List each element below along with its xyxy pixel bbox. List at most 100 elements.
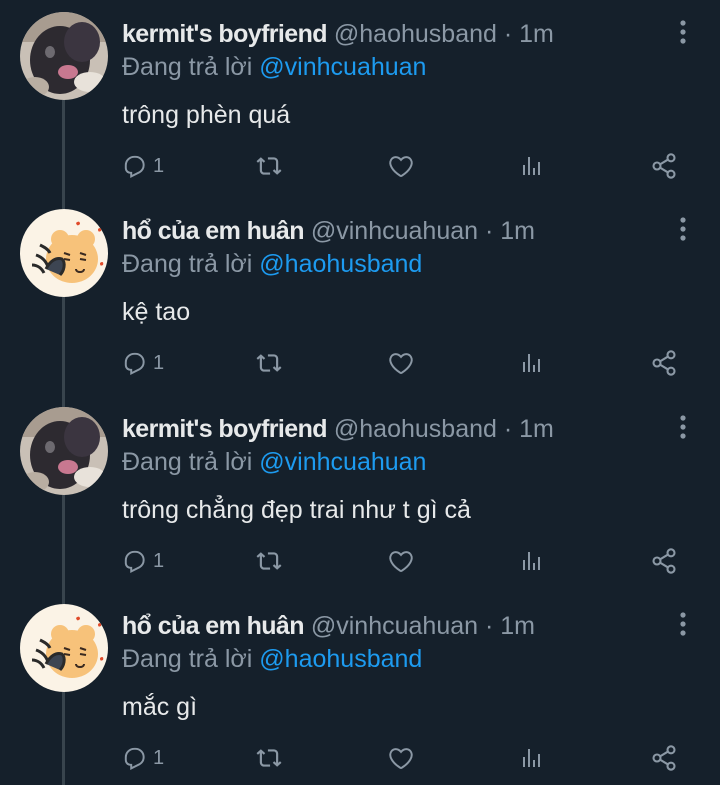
like-button[interactable] <box>387 545 415 577</box>
mention-link[interactable]: @vinhcuahuan <box>259 53 426 81</box>
cat-photo-avatar <box>20 407 108 495</box>
tiger-cartoon-avatar <box>20 209 108 297</box>
action-bar: 1 <box>0 150 720 182</box>
share-button[interactable] <box>650 742 678 774</box>
user-handle[interactable]: @haohusband <box>334 20 497 48</box>
mention-link[interactable]: @haohusband <box>259 250 422 278</box>
more-options-icon[interactable] <box>672 413 694 441</box>
user-handle[interactable]: @vinhcuahuan <box>311 217 478 245</box>
separator: · <box>503 20 513 48</box>
action-bar: 1 <box>0 347 720 379</box>
reply-icon <box>124 747 145 770</box>
replying-to-line: Đang trả lời @haohusband <box>122 643 422 675</box>
separator: · <box>485 217 494 245</box>
replying-to-label: Đang trả lời <box>122 645 253 673</box>
tweet-header: hổ của em huân @vinhcuahuan · 1m <box>122 215 535 247</box>
reply-button[interactable]: 1 <box>122 742 164 774</box>
tweet-text: mắc gì <box>122 693 198 721</box>
analytics-button[interactable] <box>520 545 544 577</box>
separator: · <box>485 612 494 640</box>
heart-icon <box>389 551 413 572</box>
avatar[interactable] <box>20 604 108 692</box>
timestamp[interactable]: 1m <box>500 217 535 245</box>
reply-button[interactable]: 1 <box>122 347 164 379</box>
bar-chart-icon <box>523 749 540 767</box>
share-button[interactable] <box>650 545 678 577</box>
tweet-header: kermit's boyfriend @haohusband · 1m <box>122 18 554 50</box>
tweet[interactable]: kermit's boyfriend @haohusband · 1m Đang… <box>0 395 720 593</box>
tweet-text: kệ tao <box>122 298 191 326</box>
reply-icon <box>124 550 145 573</box>
reply-button[interactable]: 1 <box>122 545 164 577</box>
analytics-button[interactable] <box>520 742 544 774</box>
replying-to-label: Đang trả lời <box>122 448 253 476</box>
replying-to-label: Đang trả lời <box>122 250 253 278</box>
more-options-icon[interactable] <box>672 215 694 243</box>
tweet-text: trông chẳng đẹp trai như t gì cả <box>122 496 471 524</box>
separator: · <box>503 415 513 443</box>
share-icon <box>652 350 676 376</box>
action-bar: 1 <box>0 545 720 577</box>
reply-thread: kermit's boyfriend @haohusband · 1m Đang… <box>0 0 720 785</box>
share-icon <box>652 745 676 771</box>
tweet-header: kermit's boyfriend @haohusband · 1m <box>122 413 554 445</box>
display-name[interactable]: kermit's boyfriend <box>122 415 328 443</box>
retweet-icon <box>256 157 282 175</box>
share-icon <box>652 153 676 179</box>
reply-count: 1 <box>153 549 165 572</box>
share-button[interactable] <box>650 347 678 379</box>
analytics-button[interactable] <box>520 347 544 379</box>
retweet-icon <box>256 354 282 372</box>
tweet[interactable]: hổ của em huân @vinhcuahuan · 1m Đang tr… <box>0 592 720 785</box>
reply-count: 1 <box>153 154 165 177</box>
cat-photo-avatar <box>20 12 108 100</box>
reply-button[interactable]: 1 <box>122 150 164 182</box>
more-options-icon[interactable] <box>672 18 694 46</box>
replying-to-label: Đang trả lời <box>122 53 253 81</box>
retweet-button[interactable] <box>255 742 283 774</box>
retweet-icon <box>256 749 282 767</box>
replying-to-line: Đang trả lời @haohusband <box>122 248 422 280</box>
timestamp[interactable]: 1m <box>519 20 554 48</box>
share-button[interactable] <box>650 150 678 182</box>
like-button[interactable] <box>387 742 415 774</box>
heart-icon <box>389 156 413 177</box>
retweet-button[interactable] <box>255 347 283 379</box>
bar-chart-icon <box>523 354 540 372</box>
like-button[interactable] <box>387 150 415 182</box>
user-handle[interactable]: @vinhcuahuan <box>311 612 478 640</box>
analytics-button[interactable] <box>520 150 544 182</box>
bar-chart-icon <box>523 552 540 570</box>
retweet-button[interactable] <box>255 150 283 182</box>
reply-count: 1 <box>153 351 165 374</box>
tiger-cartoon-avatar <box>20 604 108 692</box>
display-name[interactable]: hổ của em huân <box>122 612 305 640</box>
mention-link[interactable]: @haohusband <box>259 645 422 673</box>
display-name[interactable]: hổ của em huân <box>122 217 305 245</box>
reply-icon <box>124 155 145 178</box>
reply-count: 1 <box>153 746 165 769</box>
action-bar: 1 <box>0 742 720 774</box>
tweet[interactable]: hổ của em huân @vinhcuahuan · 1m Đang tr… <box>0 197 720 395</box>
tweet[interactable]: kermit's boyfriend @haohusband · 1m Đang… <box>0 0 720 198</box>
heart-icon <box>389 748 413 769</box>
retweet-icon <box>256 552 282 570</box>
retweet-button[interactable] <box>255 545 283 577</box>
display-name[interactable]: kermit's boyfriend <box>122 20 328 48</box>
replying-to-line: Đang trả lời @vinhcuahuan <box>122 446 426 478</box>
avatar[interactable] <box>20 209 108 297</box>
user-handle[interactable]: @haohusband <box>334 415 497 443</box>
timestamp[interactable]: 1m <box>500 612 535 640</box>
avatar[interactable] <box>20 12 108 100</box>
tweet-header: hổ của em huân @vinhcuahuan · 1m <box>122 610 535 642</box>
share-icon <box>652 548 676 574</box>
reply-icon <box>124 352 145 375</box>
avatar[interactable] <box>20 407 108 495</box>
tweet-text: trông phèn quá <box>122 101 291 129</box>
bar-chart-icon <box>523 157 540 175</box>
more-options-icon[interactable] <box>672 610 694 638</box>
timestamp[interactable]: 1m <box>519 415 554 443</box>
mention-link[interactable]: @vinhcuahuan <box>259 448 426 476</box>
replying-to-line: Đang trả lời @vinhcuahuan <box>122 51 426 83</box>
like-button[interactable] <box>387 347 415 379</box>
